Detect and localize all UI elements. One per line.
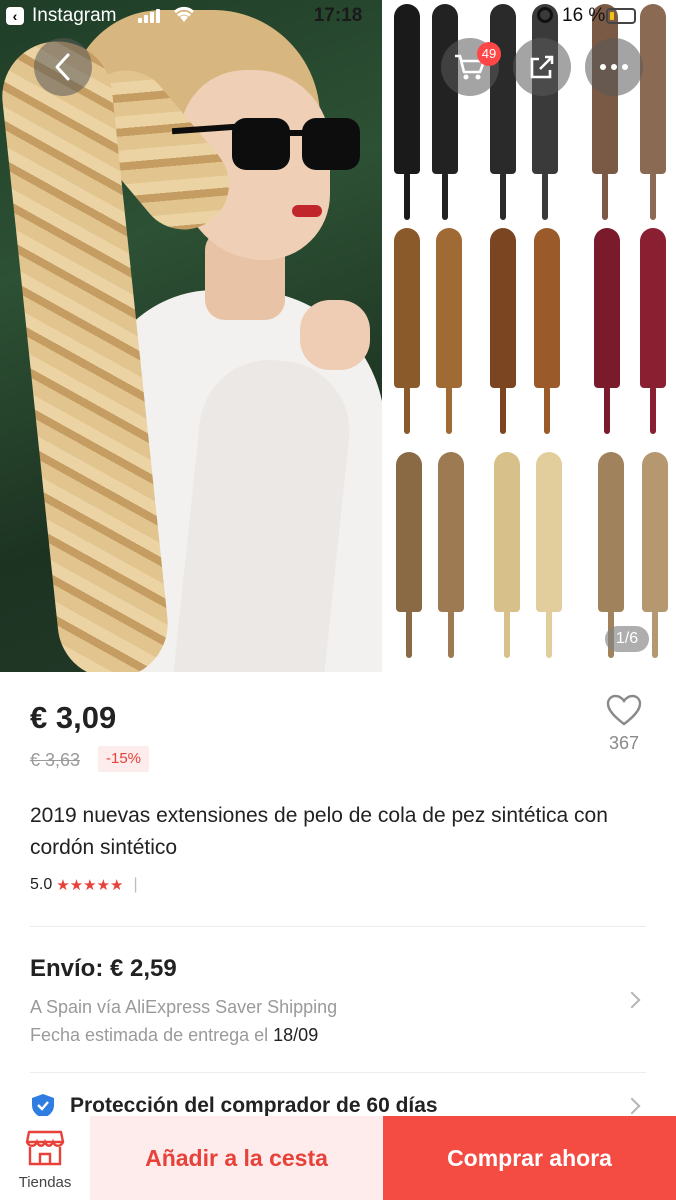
star-rating-icon: ★★★★★ (56, 877, 124, 894)
shipping-method: A Spain vía AliExpress Saver Shipping (30, 997, 338, 1017)
delivery-date: 18/09 (273, 1025, 319, 1045)
back-button[interactable] (34, 38, 92, 96)
share-button[interactable] (513, 38, 571, 96)
delivery-estimate-label: Fecha estimada de entrega el (30, 1025, 274, 1045)
rating-separator: | (133, 876, 138, 893)
more-dots-icon (600, 64, 628, 70)
heart-icon (606, 694, 642, 726)
wishlist-button[interactable]: 367 (596, 694, 652, 754)
wishlist-count: 367 (608, 733, 640, 753)
shipping-cost: Envío: € 2,59 (30, 955, 177, 982)
divider (30, 1072, 646, 1073)
color-swatches-grid (382, 0, 676, 672)
current-price: € 3,09 (30, 700, 117, 735)
store-icon (25, 1130, 65, 1166)
chevron-right-icon (623, 991, 641, 1009)
product-image-carousel[interactable]: 1/6 (0, 0, 676, 672)
image-counter: 1/6 (605, 626, 649, 652)
cart-count-badge: 49 (477, 42, 501, 66)
discount-badge: -15% (98, 746, 150, 772)
stores-label: Tiendas (18, 1174, 72, 1191)
model-photo (0, 0, 385, 672)
buy-now-button[interactable]: Comprar ahora (383, 1116, 676, 1200)
product-title: 2019 nuevas extensiones de pelo de cola … (30, 804, 608, 859)
buyer-protection-label: Protección del comprador de 60 días (70, 1094, 438, 1117)
chevron-right-icon (623, 1097, 641, 1115)
delivery-estimate: Fecha estimada de entrega el 18/09 (30, 1025, 318, 1046)
share-icon (530, 55, 554, 79)
original-price: € 3,63 (30, 750, 81, 770)
rating-value: 5.0 (30, 876, 53, 893)
stores-button[interactable]: Tiendas (0, 1116, 90, 1200)
add-to-cart-button[interactable]: Añadir a la cesta (90, 1116, 383, 1200)
status-bar: ‹ Instagram 17:18 16 % (0, 0, 676, 32)
battery-icon (606, 8, 636, 24)
battery-percentage: 16 % (562, 5, 606, 26)
orientation-lock-icon (537, 7, 553, 23)
more-options-button[interactable] (585, 38, 643, 96)
chevron-left-icon (55, 53, 70, 81)
rating-summary[interactable]: 5.0 ★★★★★ | (30, 876, 138, 894)
divider (30, 926, 646, 927)
bottom-action-bar: Tiendas Añadir a la cesta Comprar ahora (0, 1116, 676, 1200)
cart-button[interactable]: 49 (441, 38, 501, 96)
sunglasses (171, 118, 360, 170)
